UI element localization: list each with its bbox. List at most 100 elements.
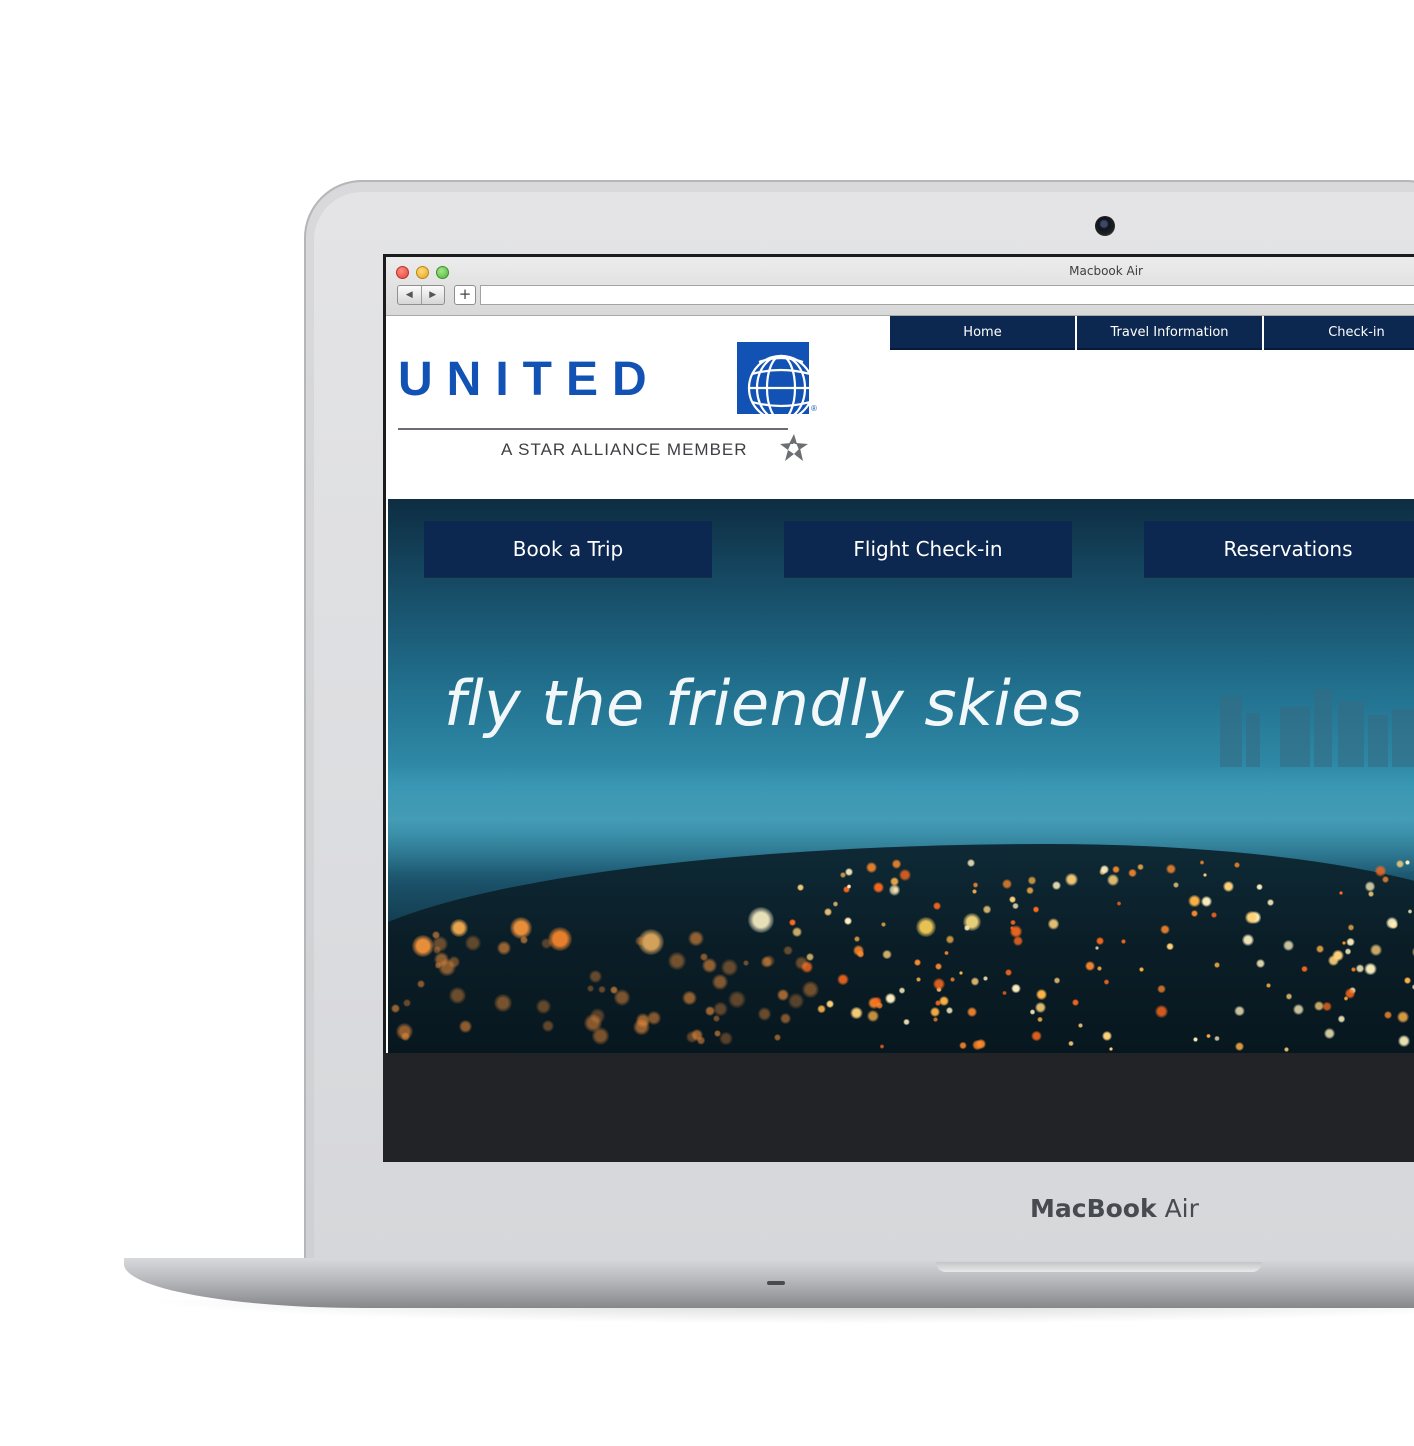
city-light (982, 905, 992, 914)
city-light (1244, 910, 1258, 924)
city-light (1256, 959, 1265, 968)
city-light (866, 1009, 879, 1022)
city-light (1344, 948, 1352, 955)
city-light (536, 999, 552, 1014)
history-nav: ◀ ▶ (397, 285, 445, 305)
city-light (801, 980, 820, 998)
city-light (1338, 890, 1343, 895)
city-light (1012, 902, 1019, 910)
city-light (450, 919, 468, 937)
city-light (1364, 881, 1376, 892)
city-light (1034, 1001, 1046, 1013)
nav-home[interactable]: Home (890, 316, 1075, 350)
city-light (1190, 909, 1198, 918)
city-light (1323, 1027, 1335, 1040)
nav-check-in[interactable]: Check-in (1264, 316, 1414, 350)
city-light (1047, 918, 1060, 930)
city-light (1256, 884, 1263, 891)
screen-footer-band (383, 1053, 1414, 1162)
city-light (844, 868, 853, 876)
forward-button[interactable]: ▶ (420, 286, 445, 304)
city-light (898, 987, 906, 994)
star-alliance-icon (780, 434, 808, 461)
city-light (789, 918, 796, 926)
back-button[interactable]: ◀ (398, 286, 421, 304)
city-light (1084, 960, 1096, 971)
city-light (787, 992, 805, 1010)
city-light (944, 950, 949, 956)
city-light (1396, 1010, 1409, 1024)
skyline-building (1392, 709, 1414, 767)
city-light (1188, 894, 1201, 908)
city-light (1012, 935, 1023, 946)
city-light (646, 1011, 661, 1026)
registered-mark: ® (811, 404, 817, 413)
top-navigation: Home Travel Information Check-in (890, 316, 1414, 350)
city-light (1128, 868, 1137, 878)
city-light (1031, 1031, 1042, 1042)
city-light (1027, 876, 1037, 885)
city-light (1120, 939, 1126, 945)
city-light (881, 949, 892, 960)
city-light (1404, 859, 1410, 865)
city-light (742, 959, 749, 966)
device-brand-label: MacBook Air (1030, 1194, 1199, 1223)
city-light (1166, 942, 1174, 950)
city-light (1157, 984, 1166, 993)
city-light (916, 917, 936, 937)
site-header: UNITED ® A STAR ALLIANCE MEMBER Home Tra… (386, 316, 1414, 499)
city-light (1067, 1040, 1074, 1047)
city-light (1011, 984, 1021, 994)
city-light (1103, 979, 1110, 985)
skyline-building (1246, 713, 1260, 767)
city-light (609, 985, 619, 994)
city-light (1267, 898, 1275, 906)
city-light (817, 1004, 826, 1014)
city-light (972, 882, 978, 888)
city-light (1166, 864, 1176, 874)
web-page: UNITED ® A STAR ALLIANCE MEMBER Home Tra… (386, 316, 1414, 1053)
city-light (903, 1018, 911, 1026)
skyline-building (1368, 715, 1388, 767)
city-light (832, 901, 839, 907)
city-light (1155, 1005, 1168, 1019)
city-light (837, 973, 849, 986)
city-light (934, 962, 942, 970)
city-light (699, 952, 708, 961)
city-light (416, 980, 425, 989)
city-light (1386, 916, 1398, 929)
city-light (1337, 1015, 1346, 1023)
skyline-building (1314, 689, 1332, 767)
nav-travel-information[interactable]: Travel Information (1077, 316, 1262, 350)
city-light (1407, 909, 1413, 914)
city-light (797, 883, 805, 891)
city-light (850, 1007, 863, 1020)
address-bar[interactable] (480, 285, 1414, 305)
city-light (879, 1043, 885, 1049)
skyline-building (1280, 707, 1310, 767)
city-light (1316, 944, 1325, 953)
laptop-base-indicator (767, 1281, 785, 1285)
reservations-button[interactable]: Reservations (1144, 521, 1414, 577)
city-light (757, 1007, 772, 1021)
new-tab-button[interactable]: + (454, 285, 476, 305)
city-light (412, 935, 434, 957)
city-light (1037, 1016, 1043, 1023)
city-light (888, 884, 901, 896)
city-light (1172, 881, 1180, 888)
city-light (914, 959, 921, 967)
city-light (963, 924, 970, 931)
book-a-trip-button[interactable]: Book a Trip (424, 521, 712, 577)
city-light (1344, 988, 1356, 999)
flight-check-in-button[interactable]: Flight Check-in (784, 521, 1072, 577)
browser-window: Macbook Air ◀ ▶ + UNITED ® A STAR ALLIAN… (386, 257, 1414, 1053)
city-light (589, 1008, 606, 1024)
city-light (1347, 924, 1354, 931)
city-light (792, 927, 802, 937)
city-light (1096, 965, 1102, 971)
logo-divider (398, 428, 788, 430)
city-light (970, 976, 980, 986)
city-light (949, 976, 955, 982)
city-light (885, 993, 896, 1004)
city-light (635, 936, 645, 946)
